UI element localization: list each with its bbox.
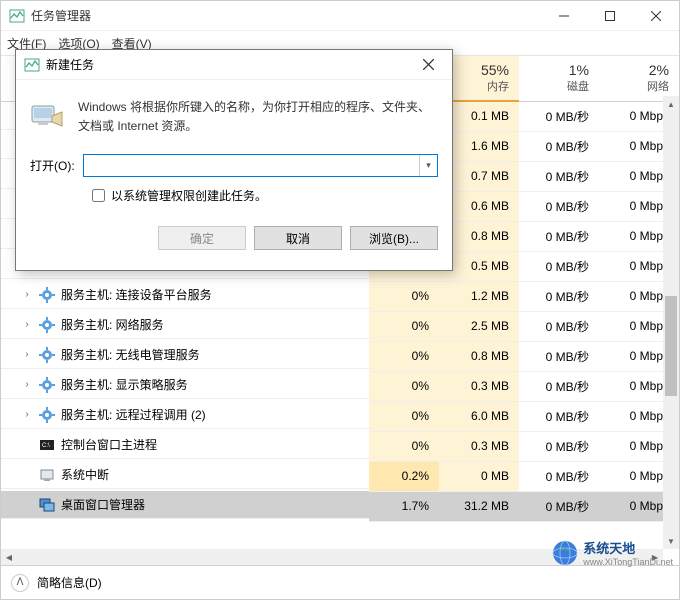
dialog-close-button[interactable]: [412, 53, 444, 77]
cell-disk: 0 MB/秒: [519, 281, 599, 311]
cell-cpu: 0%: [369, 401, 439, 431]
process-icon: [39, 407, 55, 423]
cell-disk: 0 MB/秒: [519, 311, 599, 341]
cell-mem: 0.3 MB: [439, 431, 519, 461]
cell-cpu: 0.2%: [369, 461, 439, 491]
expand-icon[interactable]: ›: [21, 319, 33, 330]
scroll-thumb[interactable]: [665, 296, 677, 396]
table-row[interactable]: ›服务主机: 显示策略服务0%0.3 MB0 MB/秒0 Mbps: [1, 371, 679, 401]
maximize-button[interactable]: [587, 1, 633, 31]
table-row[interactable]: ›服务主机: 无线电管理服务0%0.8 MB0 MB/秒0 Mbps: [1, 341, 679, 371]
dropdown-icon[interactable]: ▾: [419, 155, 437, 176]
cell-disk: 0 MB/秒: [519, 341, 599, 371]
cell-disk: 0 MB/秒: [519, 461, 599, 491]
process-name: 控制台窗口主进程: [61, 436, 157, 453]
table-row[interactable]: 桌面窗口管理器1.7%31.2 MB0 MB/秒0 Mbps: [1, 491, 679, 521]
table-row[interactable]: ›服务主机: 连接设备平台服务0%1.2 MB0 MB/秒0 Mbps: [1, 281, 679, 311]
cell-cpu: 0%: [369, 371, 439, 401]
process-name: 服务主机: 连接设备平台服务: [61, 286, 212, 303]
process-icon: [39, 287, 55, 303]
statusbar: ᐱ 简略信息(D): [1, 565, 679, 599]
cell-disk: 0 MB/秒: [519, 251, 599, 281]
col-network[interactable]: 2%网络: [599, 56, 679, 101]
dialog-title: 新建任务: [46, 56, 412, 73]
expand-icon[interactable]: ›: [21, 349, 33, 360]
process-icon: [39, 347, 55, 363]
cell-disk: 0 MB/秒: [519, 101, 599, 131]
cell-cpu: 1.7%: [369, 491, 439, 521]
minimize-button[interactable]: [541, 1, 587, 31]
globe-icon: [551, 539, 579, 567]
cell-cpu: 0%: [369, 281, 439, 311]
titlebar: 任务管理器: [1, 1, 679, 31]
cell-disk: 0 MB/秒: [519, 131, 599, 161]
process-name: 服务主机: 显示策略服务: [61, 376, 188, 393]
fewer-details-toggle[interactable]: ᐱ: [11, 574, 29, 592]
cell-mem: 0.8 MB: [439, 341, 519, 371]
table-row[interactable]: C:\控制台窗口主进程0%0.3 MB0 MB/秒0 Mbps: [1, 431, 679, 461]
cell-mem: 31.2 MB: [439, 491, 519, 521]
process-name: 服务主机: 远程过程调用 (2): [61, 406, 206, 423]
cell-cpu: 0%: [369, 431, 439, 461]
cell-mem: 1.2 MB: [439, 281, 519, 311]
process-icon: [39, 497, 55, 513]
expand-icon[interactable]: ›: [21, 379, 33, 390]
cell-mem: 0 MB: [439, 461, 519, 491]
expand-icon[interactable]: ›: [21, 289, 33, 300]
cell-cpu: 0%: [369, 341, 439, 371]
cell-disk: 0 MB/秒: [519, 401, 599, 431]
watermark-title: 系统天地: [583, 538, 673, 557]
vertical-scrollbar[interactable]: ▲ ▼: [663, 96, 679, 549]
cell-mem: 6.0 MB: [439, 401, 519, 431]
open-combobox[interactable]: ▾: [83, 154, 438, 177]
cell-disk: 0 MB/秒: [519, 371, 599, 401]
process-icon: [39, 467, 55, 483]
browse-button[interactable]: 浏览(B)...: [350, 226, 438, 250]
process-icon: C:\: [39, 437, 55, 453]
col-disk[interactable]: 1%磁盘: [519, 56, 599, 101]
open-label: 打开(O):: [30, 157, 75, 174]
scroll-up-icon[interactable]: ▲: [663, 96, 679, 112]
svg-text:C:\: C:\: [42, 443, 50, 449]
watermark-url: www.XiTongTianDi.net: [583, 557, 673, 567]
process-name: 服务主机: 无线电管理服务: [61, 346, 200, 363]
cell-mem: 2.5 MB: [439, 311, 519, 341]
expand-icon[interactable]: ›: [21, 409, 33, 420]
cell-disk: 0 MB/秒: [519, 161, 599, 191]
table-row[interactable]: ›服务主机: 远程过程调用 (2)0%6.0 MB0 MB/秒0 Mbps: [1, 401, 679, 431]
table-row[interactable]: ›服务主机: 网络服务0%2.5 MB0 MB/秒0 Mbps: [1, 311, 679, 341]
dialog-description: Windows 将根据你所键入的名称，为你打开相应的程序、文件夹、文档或 Int…: [78, 98, 438, 136]
cell-mem: 0.3 MB: [439, 371, 519, 401]
open-input[interactable]: [84, 155, 419, 176]
admin-checkbox[interactable]: [92, 189, 105, 202]
process-name: 系统中断: [61, 466, 109, 483]
taskmgr-icon: [9, 8, 25, 24]
cell-disk: 0 MB/秒: [519, 191, 599, 221]
cell-disk: 0 MB/秒: [519, 431, 599, 461]
watermark: 系统天地 www.XiTongTianDi.net: [551, 538, 673, 567]
close-button[interactable]: [633, 1, 679, 31]
cell-cpu: 0%: [369, 311, 439, 341]
fewer-details-label[interactable]: 简略信息(D): [37, 574, 102, 591]
new-task-dialog: 新建任务 Windows 将根据你所键入的名称，为你打开相应的程序、文件夹、文档…: [15, 49, 453, 271]
window-title: 任务管理器: [31, 7, 541, 24]
taskmgr-icon: [24, 57, 40, 73]
process-name: 桌面窗口管理器: [61, 496, 145, 513]
cell-disk: 0 MB/秒: [519, 221, 599, 251]
process-icon: [39, 317, 55, 333]
cancel-button[interactable]: 取消: [254, 226, 342, 250]
process-name: 服务主机: 网络服务: [61, 316, 164, 333]
scroll-left-icon[interactable]: ◀: [1, 549, 17, 565]
chevron-up-icon: ᐱ: [17, 577, 24, 588]
process-icon: [39, 377, 55, 393]
cell-disk: 0 MB/秒: [519, 491, 599, 521]
table-row[interactable]: 系统中断0.2%0 MB0 MB/秒0 Mbps: [1, 461, 679, 491]
admin-label: 以系统管理权限创建此任务。: [111, 187, 267, 204]
ok-button[interactable]: 确定: [158, 226, 246, 250]
run-icon: [30, 98, 66, 134]
